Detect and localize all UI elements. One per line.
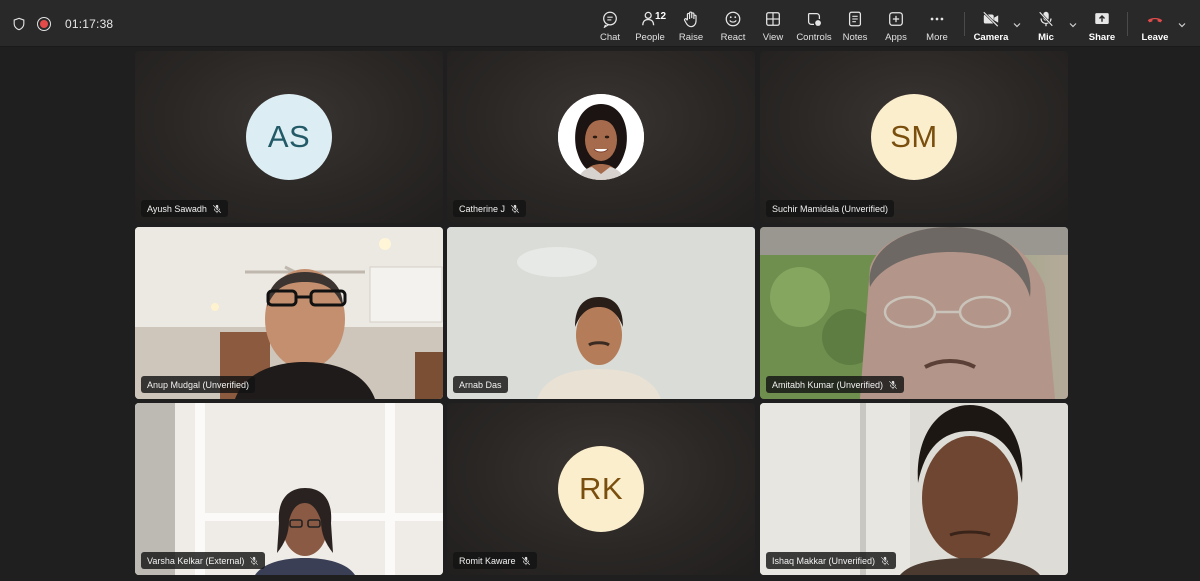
chat-button[interactable]: Chat: [588, 0, 632, 47]
participant-name: Romit Kaware: [459, 555, 516, 566]
avatar: SM: [871, 94, 957, 180]
smiley-icon: [725, 11, 741, 27]
raise-hand-button[interactable]: Raise: [669, 0, 713, 47]
video-feed: [447, 227, 755, 399]
chat-label: Chat: [599, 32, 621, 43]
mic-muted-icon: [510, 204, 520, 213]
video-feed: [760, 403, 1068, 575]
plus-icon: [889, 12, 903, 26]
grid-view-icon: [766, 12, 780, 26]
participant-nametag: Amitabh Kumar (Unverified): [766, 376, 905, 393]
toolbar-divider: [1127, 12, 1128, 36]
share-screen-icon: [1095, 13, 1109, 24]
people-button[interactable]: 12 People: [628, 0, 672, 47]
participant-nametag: Arnab Das: [453, 376, 508, 393]
share-button[interactable]: Share: [1080, 0, 1124, 47]
mic-button[interactable]: Mic: [1024, 0, 1068, 47]
participant-tile[interactable]: AS Ayush Sawadh: [135, 51, 443, 223]
controls-icon: [807, 12, 821, 26]
active-speaker-tile[interactable]: Arnab Das: [447, 227, 755, 399]
camera-label: Camera: [973, 32, 1009, 43]
hang-up-icon: [1147, 17, 1163, 23]
avatar: AS: [246, 94, 332, 180]
video-feed: [135, 403, 443, 575]
participant-tile[interactable]: SM Suchir Mamidala (Unverified): [760, 51, 1068, 223]
toolbar-divider: [964, 12, 965, 36]
participant-name: Ishaq Makkar (Unverified): [772, 555, 876, 566]
participant-name: Ayush Sawadh: [147, 203, 207, 214]
participant-nametag: Varsha Kelkar (External): [141, 552, 266, 569]
react-button[interactable]: React: [711, 0, 755, 47]
participant-tile[interactable]: Catherine J: [447, 51, 755, 223]
view-button[interactable]: View: [751, 0, 795, 47]
notes-label: Notes: [842, 32, 868, 43]
participant-video-tile[interactable]: Ishaq Makkar (Unverified): [760, 403, 1068, 575]
participant-name: Anup Mudgal (Unverified): [147, 379, 250, 390]
participant-video-tile[interactable]: Anup Mudgal (Unverified): [135, 227, 443, 399]
mic-off-icon: [1038, 11, 1054, 27]
raise-hand-icon: [683, 11, 697, 28]
more-dots-icon: [930, 17, 944, 21]
recording-icon: [37, 16, 51, 31]
participant-name: Amitabh Kumar (Unverified): [772, 379, 884, 390]
participant-name: Suchir Mamidala (Unverified): [772, 203, 889, 214]
shield-icon: [13, 17, 25, 30]
notes-button[interactable]: Notes: [833, 0, 877, 47]
camera-button[interactable]: Camera: [969, 0, 1013, 47]
participant-name: Arnab Das: [459, 379, 502, 390]
meeting-timer: 01:17:38: [65, 16, 114, 31]
profile-photo: [558, 94, 644, 180]
participant-tile[interactable]: RK Romit Kaware: [447, 403, 755, 575]
camera-off-icon: [982, 11, 999, 28]
mic-muted-icon: [521, 556, 530, 565]
people-label: People: [635, 32, 665, 43]
participant-nametag: Catherine J: [453, 200, 527, 217]
participant-nametag: Ishaq Makkar (Unverified): [766, 552, 897, 569]
video-feed: [135, 227, 443, 399]
mic-muted-icon: [888, 380, 898, 389]
more-button[interactable]: More: [915, 0, 959, 47]
camera-options-chevron-down-icon[interactable]: [1012, 20, 1022, 30]
participant-nametag: Anup Mudgal (Unverified): [141, 376, 256, 393]
leave-label: Leave: [1141, 32, 1169, 43]
participant-name: Varsha Kelkar (External): [147, 555, 245, 566]
apps-button[interactable]: Apps: [874, 0, 918, 47]
mic-muted-icon: [212, 204, 222, 213]
participant-name: Catherine J: [459, 203, 506, 214]
apps-label: Apps: [885, 32, 907, 43]
chat-icon: [603, 11, 617, 28]
participant-nametag: Suchir Mamidala (Unverified): [766, 200, 895, 217]
participant-video-tile[interactable]: Amitabh Kumar (Unverified): [760, 227, 1068, 399]
video-gallery: AS Ayush Sawadh Catherine J SM Suchir Ma…: [0, 47, 1200, 581]
participant-nametag: Ayush Sawadh: [141, 200, 228, 217]
participant-video-tile[interactable]: Varsha Kelkar (External): [135, 403, 443, 575]
video-feed: [760, 227, 1068, 399]
more-label: More: [926, 32, 948, 43]
mic-muted-icon: [250, 556, 259, 565]
leave-button[interactable]: Leave: [1133, 0, 1177, 47]
avatar: [558, 94, 644, 180]
people-count-badge: 12: [655, 11, 667, 22]
meeting-status: 01:17:38: [12, 0, 113, 47]
mic-label: Mic: [1038, 32, 1054, 43]
react-label: React: [720, 32, 746, 43]
share-label: Share: [1088, 32, 1116, 43]
mic-options-chevron-down-icon[interactable]: [1068, 20, 1078, 30]
leave-options-chevron-down-icon[interactable]: [1177, 20, 1187, 30]
controls-button[interactable]: Controls: [792, 0, 836, 47]
notes-icon: [848, 11, 862, 27]
view-label: View: [762, 32, 784, 43]
avatar: RK: [558, 446, 644, 532]
raise-label: Raise: [678, 32, 704, 43]
meeting-toolbar: 01:17:38 Chat 12 People Raise React View…: [0, 0, 1200, 47]
controls-label: Controls: [796, 32, 832, 43]
mic-muted-icon: [880, 556, 890, 565]
participant-nametag: Romit Kaware: [453, 552, 537, 569]
